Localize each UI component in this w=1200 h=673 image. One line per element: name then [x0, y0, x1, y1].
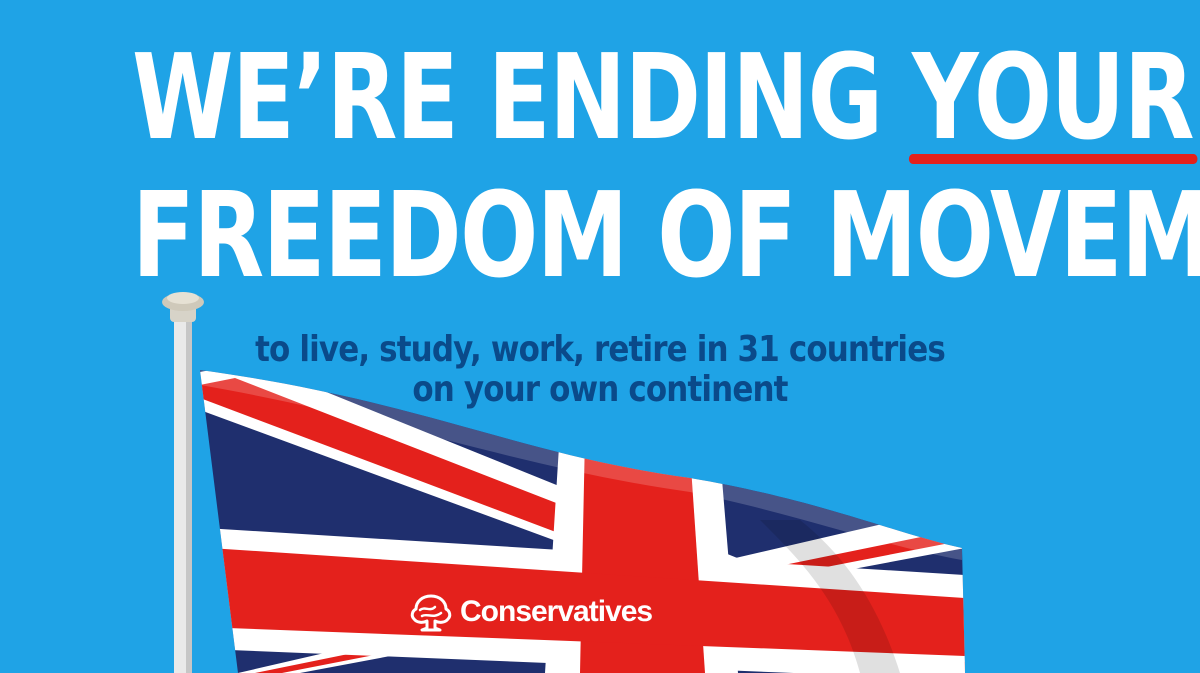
headline-emphasis: YOUR — [908, 28, 1198, 166]
headline-prefix: WE’RE ENDING — [132, 28, 913, 166]
subheadline: to live, study, work, retire in 31 count… — [84, 330, 1116, 410]
headline: WE’RE ENDING YOUR FREEDOM OF MOVEMENT — [132, 28, 1200, 304]
brand-name: Conservatives — [460, 595, 653, 628]
subheadline-line-2: on your own continent — [412, 369, 788, 410]
poster: WE’RE ENDING YOUR FREEDOM OF MOVEMENT to… — [0, 0, 1200, 673]
subheadline-line-1: to live, study, work, retire in 31 count… — [255, 329, 946, 370]
headline-line-2: FREEDOM OF MOVEMENT — [132, 166, 1200, 304]
headline-line-1: WE’RE ENDING YOUR — [132, 28, 1198, 166]
conservatives-logo: Conservatives — [408, 592, 653, 632]
tree-logo-icon — [410, 594, 452, 632]
headline-emphasis-text: YOUR — [912, 28, 1195, 166]
red-underline — [908, 154, 1198, 164]
